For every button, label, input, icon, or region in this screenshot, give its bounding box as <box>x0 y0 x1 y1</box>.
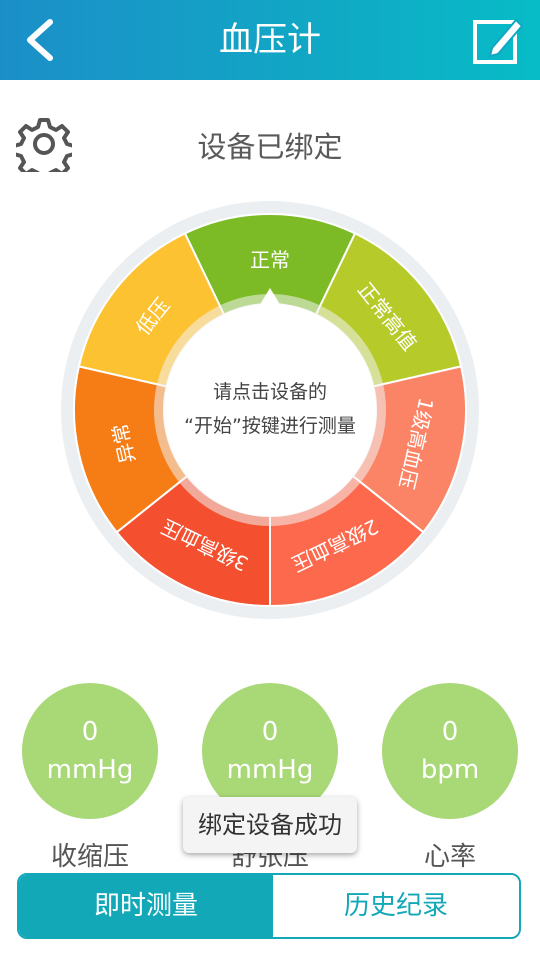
tab-history[interactable]: 历史纪录 <box>273 875 519 937</box>
heart-rate-label: 心率 <box>423 842 476 872</box>
heart-rate-metric: 0 bpm <box>382 683 518 819</box>
toast-message: 绑定设备成功 <box>183 797 357 853</box>
page-title: 血压计 <box>219 20 321 60</box>
systolic-metric: 0 mmHg <box>22 683 158 819</box>
systolic-label: 收缩压 <box>50 842 129 872</box>
bp-gauge: 正常正常高值1级高血压2级高血压3级高血压异常低压 请点击设备的 “开始”按键进… <box>61 201 479 619</box>
bottom-tabs: 即时测量 历史纪录 <box>17 873 521 939</box>
gauge-segment-label-normal: 正常 <box>250 248 290 272</box>
app-header: 血压计 <box>0 0 540 80</box>
gauge-center <box>164 304 376 516</box>
tab-instant-measure[interactable]: 即时测量 <box>19 875 273 937</box>
device-status: 设备已绑定 <box>197 130 343 164</box>
edit-icon[interactable] <box>470 14 526 66</box>
heart-rate-unit: bpm <box>420 755 480 785</box>
heart-rate-value: 0 <box>441 717 459 747</box>
systolic-unit: mmHg <box>46 755 134 785</box>
diastolic-value: 0 <box>261 717 279 747</box>
diastolic-unit: mmHg <box>226 755 314 785</box>
gauge-instruction-line1: 请点击设备的 <box>213 381 327 403</box>
systolic-value: 0 <box>81 717 99 747</box>
gauge-instruction-line2: “开始”按键进行测量 <box>184 415 356 437</box>
